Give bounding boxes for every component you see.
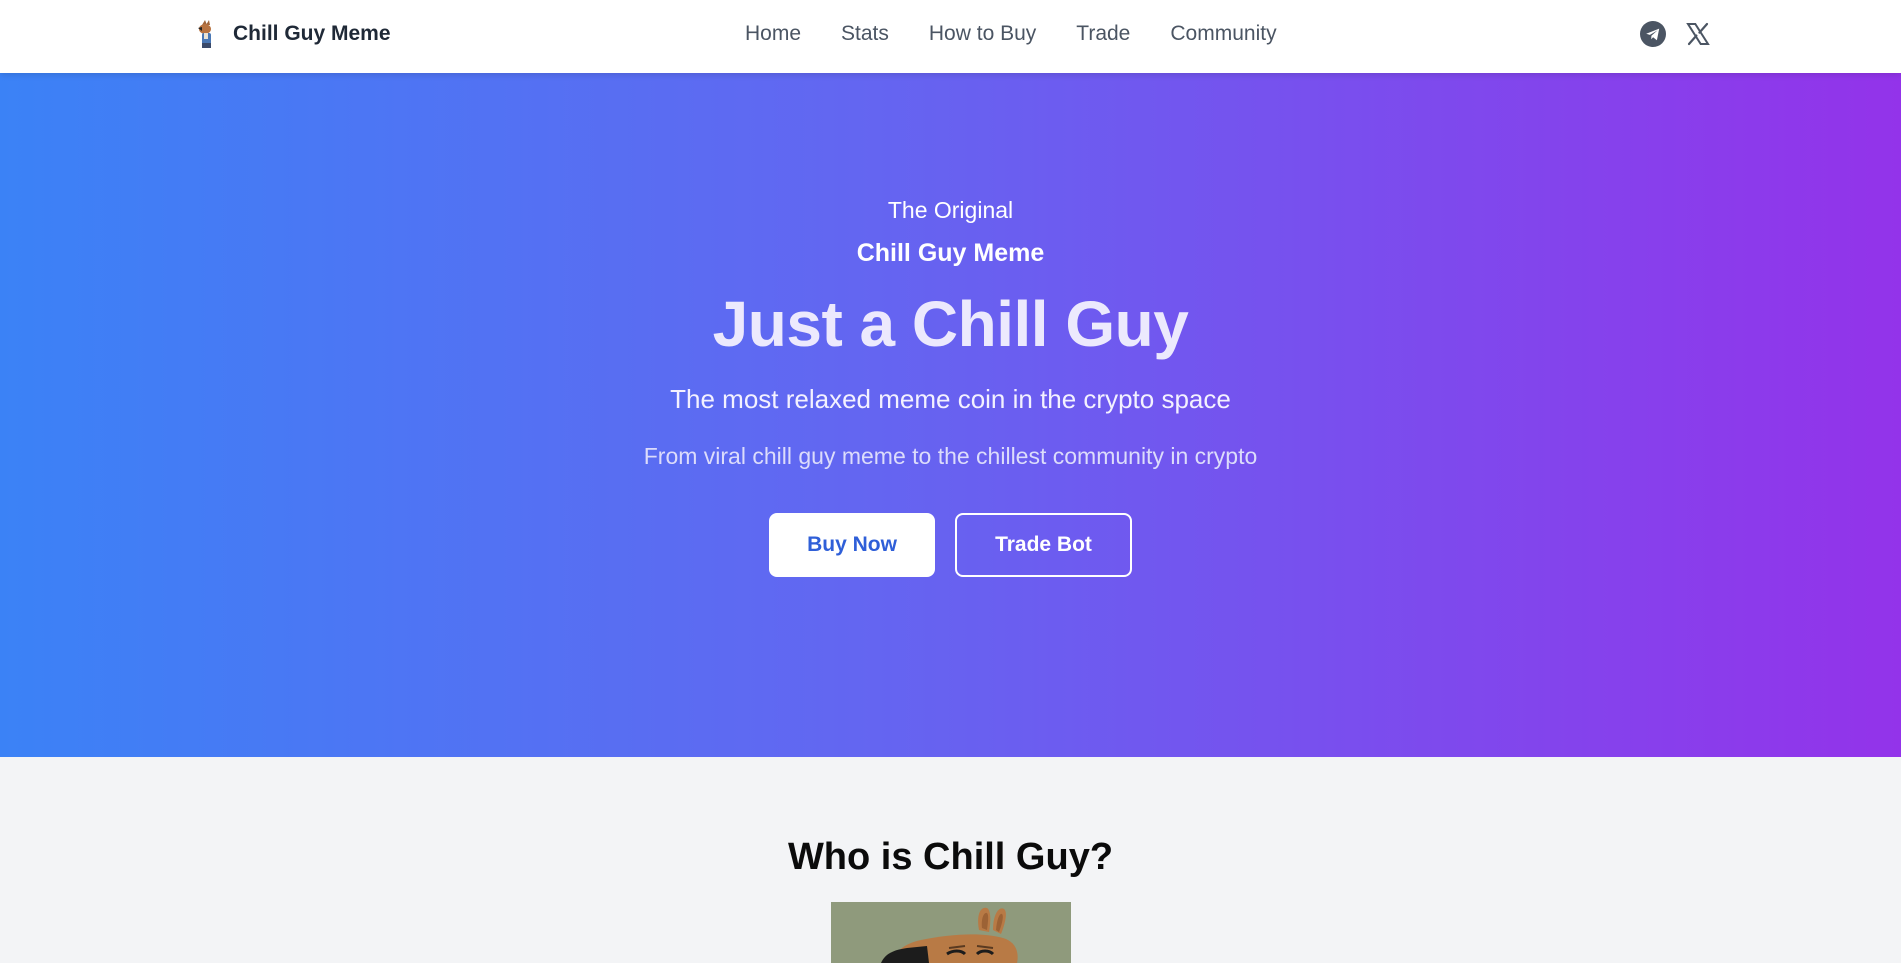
who-section-title: Who is Chill Guy? [787,836,1114,878]
brand-name: Chill Guy Meme [233,22,391,45]
trade-bot-button[interactable]: Trade Bot [955,513,1132,577]
nav-link-home[interactable]: Home [745,22,801,46]
hero-subtitle: The most relaxed meme coin in the crypto… [670,384,1231,414]
navbar: Chill Guy Meme Home Stats How to Buy Tra… [0,0,1901,73]
brand-link[interactable]: Chill Guy Meme [193,18,391,50]
buy-now-button[interactable]: Buy Now [769,513,935,577]
nav-link-trade[interactable]: Trade [1076,22,1130,46]
x-icon[interactable] [1683,19,1713,49]
social-links [1638,18,1713,50]
chill-guy-logo-icon [193,19,223,49]
hero-tagline: The Original [887,197,1014,223]
telegram-icon[interactable] [1638,19,1668,49]
hero-description: From viral chill guy meme to the chilles… [643,443,1258,469]
hero-coin-name: Chill Guy Meme [856,239,1045,267]
nav-link-community[interactable]: Community [1170,22,1276,46]
chill-guy-image [831,902,1071,963]
hero-section: The Original Chill Guy Meme Just a Chill… [0,73,1901,757]
main-nav: Home Stats How to Buy Trade Community [745,18,1277,50]
hero-title: Just a Chill Guy [712,288,1189,360]
hero-buttons: Buy Now Trade Bot [769,513,1132,577]
nav-link-how-to-buy[interactable]: How to Buy [929,22,1036,46]
nav-link-stats[interactable]: Stats [841,22,889,46]
